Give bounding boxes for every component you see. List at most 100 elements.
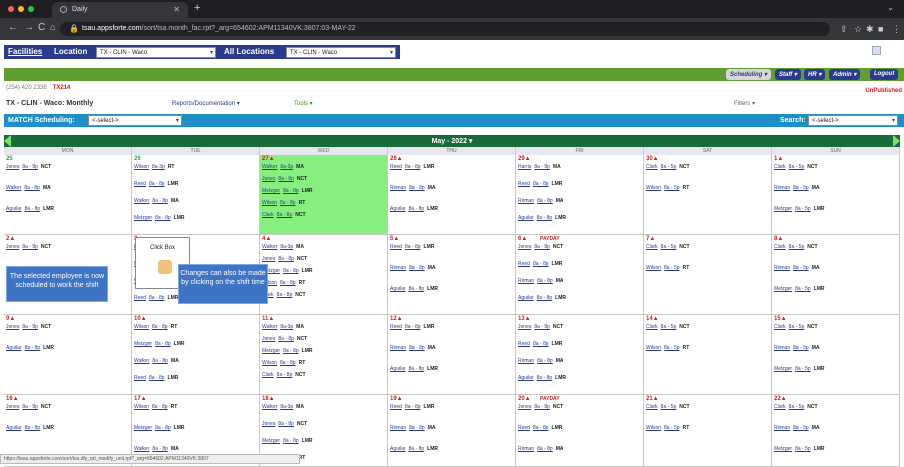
employee-name-link[interactable]: Walker bbox=[6, 185, 21, 191]
day-number[interactable]: 12▲ bbox=[390, 316, 403, 322]
calendar-day-cell[interactable]: 8▲ Clark 8a - 5p NCT Roman 8a - 5p MA Metzger 8a… bbox=[772, 235, 900, 315]
employee-name-link[interactable]: Clark bbox=[646, 164, 658, 170]
menu-dots-icon[interactable]: ⋮ bbox=[892, 24, 901, 35]
employee-name-link[interactable]: Roman bbox=[774, 345, 790, 351]
calendar-day-cell[interactable]: 6▲ PAYDAY Jones 8a - 8p NCT Reed 8a - 8p LMR Rom… bbox=[516, 235, 644, 315]
employee-name-link[interactable]: Wilson bbox=[646, 425, 661, 431]
calendar-day-cell[interactable]: 27▲ Walker 8a-3p MA Jones 8a - 8p NCT Metzger 8a… bbox=[260, 155, 388, 235]
employee-name-link[interactable]: Wilson bbox=[262, 200, 277, 206]
shift-time-link[interactable]: 8a-3p bbox=[280, 244, 293, 250]
employee-name-link[interactable]: Metzger bbox=[774, 446, 792, 452]
calendar-day-cell[interactable]: 22▲ Clark 8a - 5p NCT Roman 8a - 5p MA Metzger 8… bbox=[772, 395, 900, 467]
employee-name-link[interactable]: Walker bbox=[262, 164, 277, 170]
day-number[interactable]: 4▲ bbox=[262, 236, 271, 242]
employee-name-link[interactable]: Roman bbox=[390, 265, 406, 271]
employee-name-link[interactable]: Jones bbox=[6, 244, 19, 250]
prev-month-icon[interactable] bbox=[4, 135, 11, 147]
day-number[interactable]: 26 bbox=[134, 156, 141, 162]
shift-time-link[interactable]: 8a - 8p bbox=[283, 268, 299, 274]
shift-time-link[interactable]: 8a - 8p bbox=[537, 278, 553, 284]
shift-time-link[interactable]: 8a - 5p bbox=[664, 185, 680, 191]
calendar-day-cell[interactable]: 19▲ Reed 8a - 8p LMR Roman 8a - 8p MA Aguilar 8a… bbox=[388, 395, 516, 467]
profile-icon[interactable]: ■ bbox=[878, 24, 883, 34]
employee-name-link[interactable]: Harris bbox=[518, 164, 531, 170]
calendar-day-cell[interactable]: 28▲ Reed 8a - 8p LMR Roman 8a - 8p MA Aguilar 8a… bbox=[388, 155, 516, 235]
shift-time-link[interactable]: 8a - 8p bbox=[537, 375, 553, 381]
day-number[interactable]: 2▲ bbox=[6, 236, 15, 242]
employee-name-link[interactable]: Reed bbox=[518, 261, 530, 267]
employee-name-link[interactable]: Jones bbox=[262, 256, 275, 262]
logout-button[interactable]: Logout bbox=[870, 69, 899, 80]
shift-time-link[interactable]: 8a - 5p bbox=[789, 164, 805, 170]
employee-name-link[interactable]: Clark bbox=[774, 404, 786, 410]
shift-time-link[interactable]: 8a - 5p bbox=[793, 265, 809, 271]
shift-time-link[interactable]: 8a - 8p bbox=[22, 324, 38, 330]
shift-time-link[interactable]: 8a - 8p bbox=[280, 360, 296, 366]
facility-code[interactable]: TX214 bbox=[53, 85, 71, 91]
employee-name-link[interactable]: Metzger bbox=[134, 341, 152, 347]
home-icon[interactable]: ⌂ bbox=[50, 22, 55, 32]
shift-time-link[interactable]: 8a - 8p bbox=[533, 425, 549, 431]
shift-time-link[interactable]: 8a - 8p bbox=[152, 324, 168, 330]
employee-name-link[interactable]: Wilson bbox=[262, 360, 277, 366]
shift-time-link[interactable]: 8a - 8p bbox=[283, 438, 299, 444]
location-select[interactable]: TX - CLIN - Waco bbox=[96, 47, 216, 58]
shift-time-link[interactable]: 8a - 8p bbox=[278, 256, 294, 262]
day-number[interactable]: 27▲ bbox=[262, 156, 275, 162]
shift-time-link[interactable]: 8a - 8p bbox=[277, 372, 293, 378]
shift-time-link[interactable]: 8a - 8p bbox=[409, 286, 425, 292]
shift-time-link[interactable]: 8a - 8p bbox=[405, 324, 421, 330]
day-number[interactable]: 28▲ bbox=[390, 156, 403, 162]
shift-time-link[interactable]: 8a - 8p bbox=[409, 425, 425, 431]
employee-name-link[interactable]: Reed bbox=[134, 375, 146, 381]
calendar-day-cell[interactable]: 13▲ Jones 8a - 8p NCT Reed 8a - 8p LMR Roman 8a … bbox=[516, 315, 644, 395]
shift-time-link[interactable]: 8a - 8p bbox=[280, 200, 296, 206]
employee-name-link[interactable]: Walker bbox=[262, 324, 277, 330]
shift-time-link[interactable]: 8a - 8p bbox=[22, 244, 38, 250]
shift-time-link[interactable]: 8a - 8p bbox=[533, 181, 549, 187]
employee-name-link[interactable]: Reed bbox=[390, 244, 402, 250]
shift-time-link[interactable]: 8a - 8p bbox=[149, 181, 165, 187]
shift-time-link[interactable]: 8a - 8p bbox=[149, 295, 165, 301]
employee-name-link[interactable]: Wilson bbox=[134, 324, 149, 330]
employee-name-link[interactable]: Metzger bbox=[774, 366, 792, 372]
calendar-day-cell[interactable]: 10▲ Wilson 8a - 8p RT Metzger 8a - 8p LMR Walke… bbox=[132, 315, 260, 395]
calendar-day-cell[interactable]: 7▲ Clark 8a - 5p NCT Wilson 8a - 5p RT bbox=[644, 235, 772, 315]
employee-name-link[interactable]: Clark bbox=[262, 372, 274, 378]
shift-time-link[interactable]: 8a - 5p bbox=[793, 425, 809, 431]
employee-name-link[interactable]: Jones bbox=[6, 164, 19, 170]
employee-name-link[interactable]: Clark bbox=[774, 244, 786, 250]
menu-hr[interactable]: HR ▾ bbox=[804, 69, 826, 80]
shift-time-link[interactable]: 8a - 8p bbox=[409, 366, 425, 372]
employee-name-link[interactable]: Clark bbox=[646, 404, 658, 410]
shift-time-link[interactable]: 8a - 8p bbox=[25, 206, 41, 212]
maximize-window-icon[interactable] bbox=[28, 6, 34, 12]
calendar-day-cell[interactable]: 1▲ Clark 8a - 5p NCT Roman 8a - 5p MA Metzger 8a… bbox=[772, 155, 900, 235]
minimize-window-icon[interactable] bbox=[18, 6, 24, 12]
shift-time-link[interactable]: 8a - 8p bbox=[25, 345, 41, 351]
shift-time-link[interactable]: 8a - 8p bbox=[155, 341, 171, 347]
employee-name-link[interactable]: Reed bbox=[390, 164, 402, 170]
employee-name-link[interactable]: Aguilar bbox=[390, 286, 406, 292]
calendar-day-cell[interactable]: 14▲ Clark 8a - 5p NCT Wilson 8a - 5p RT bbox=[644, 315, 772, 395]
calendar-day-cell[interactable]: 26 Wilson 8a-3p RT Reed 8a - 8p LMR Walker 8a - … bbox=[132, 155, 260, 235]
shift-time-link[interactable]: 8a-3p bbox=[280, 164, 293, 170]
shift-time-link[interactable]: 8a - 8p bbox=[277, 292, 293, 298]
employee-name-link[interactable]: Metzger bbox=[262, 188, 280, 194]
calendar-day-cell[interactable]: 12▲ Reed 8a - 8p LMR Roman 8a - 8p MA Aguilar 8a… bbox=[388, 315, 516, 395]
employee-name-link[interactable]: Walker bbox=[262, 404, 277, 410]
shift-time-link[interactable]: 8a - 5p bbox=[664, 345, 680, 351]
day-number[interactable]: 30▲ bbox=[646, 156, 659, 162]
shift-time-link[interactable]: 8a - 8p bbox=[409, 345, 425, 351]
employee-name-link[interactable]: Reed bbox=[518, 181, 530, 187]
shift-time-link[interactable]: 8a - 8p bbox=[537, 358, 553, 364]
shift-time-link[interactable]: 8a - 5p bbox=[793, 185, 809, 191]
employee-name-link[interactable]: Clark bbox=[262, 212, 274, 218]
employee-name-link[interactable]: Aguilar bbox=[6, 345, 22, 351]
employee-name-link[interactable]: Jones bbox=[6, 404, 19, 410]
employee-name-link[interactable]: Reed bbox=[518, 425, 530, 431]
day-number[interactable]: 29▲ bbox=[518, 156, 531, 162]
employee-name-link[interactable]: Jones bbox=[262, 176, 275, 182]
shift-time-link[interactable]: 8a - 8p bbox=[22, 164, 38, 170]
employee-name-link[interactable]: Jones bbox=[518, 244, 531, 250]
